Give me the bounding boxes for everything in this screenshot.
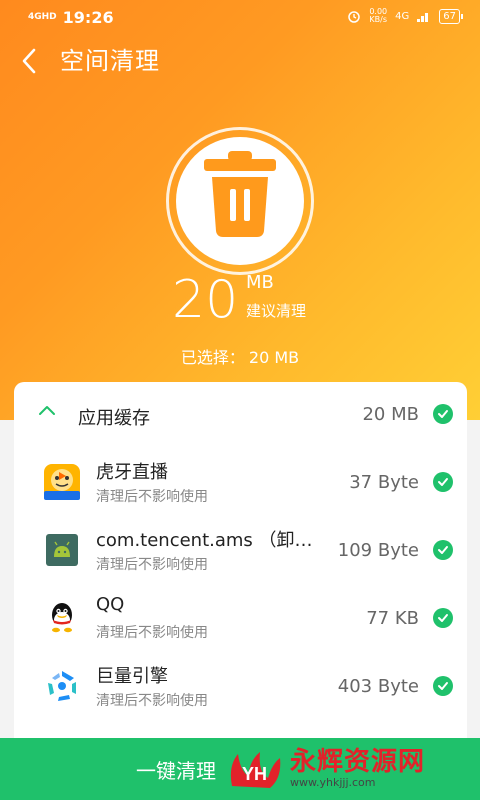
app-name: 巨量引擎 — [96, 666, 168, 687]
group-app-cache[interactable]: 应用缓存 20 MB — [14, 382, 467, 446]
app-name: com.tencent.ams （卸… — [96, 530, 313, 551]
app-size: 109 Byte — [337, 540, 419, 561]
status-bar: 4GHD 19:26 0.00 KB/s 4G 67 — [0, 0, 480, 36]
check-icon[interactable] — [433, 540, 453, 560]
trash-icon — [204, 151, 276, 237]
huya-app-icon — [44, 464, 80, 500]
check-icon[interactable] — [433, 404, 453, 424]
clock: 19:26 — [62, 8, 114, 27]
app-name: QQ — [96, 594, 125, 615]
watermark: YH 永辉资源网 www.yhkjjj.com — [224, 744, 474, 794]
app-note: 清理后不影响使用 — [96, 489, 208, 505]
app-size: 77 KB — [366, 608, 419, 629]
network-speed: 0.00 KB/s — [369, 7, 388, 24]
check-icon[interactable] — [433, 676, 453, 696]
bottom-bar: 一键清理 YH 永辉资源网 www.yhkjjj.com — [0, 738, 480, 800]
app-note: 清理后不影响使用 — [96, 557, 208, 573]
list-item[interactable]: 虎牙直播 清理后不影响使用 37 Byte — [14, 450, 467, 518]
watermark-logo-icon: YH — [230, 752, 281, 788]
check-icon[interactable] — [433, 608, 453, 628]
cache-list-card: 应用缓存 20 MB 虎牙直播 清理后不影响使用 37 Byte com.ten… — [14, 382, 467, 742]
list-item[interactable]: QQ 清理后不影响使用 77 KB — [14, 586, 467, 654]
selected-summary: 已选择： 20 MB — [0, 344, 480, 368]
qq-app-icon — [52, 603, 72, 633]
watermark-title: 永辉资源网 — [290, 747, 426, 777]
app-size: 403 Byte — [337, 676, 419, 697]
header: 空间清理 — [0, 40, 480, 86]
back-arrow-icon[interactable] — [14, 46, 44, 76]
ocean-engine-app-icon — [48, 671, 76, 701]
list-item[interactable]: com.tencent.ams （卸… 清理后不影响使用 109 Byte — [14, 518, 467, 586]
check-icon[interactable] — [433, 472, 453, 492]
list-item[interactable]: 巨量引擎 清理后不影响使用 403 Byte — [14, 654, 467, 722]
watermark-url: www.yhkjjj.com — [290, 776, 376, 789]
battery-indicator: 67 — [439, 8, 463, 24]
hero-background: 4GHD 19:26 0.00 KB/s 4G 67 空间清理 20 MB 建议… — [0, 0, 480, 420]
signal-icon — [417, 13, 429, 22]
group-label: 应用缓存 — [78, 408, 150, 429]
app-note: 清理后不影响使用 — [96, 693, 208, 709]
app-name: 虎牙直播 — [96, 462, 168, 483]
android-app-icon — [46, 534, 78, 566]
page-title: 空间清理 — [60, 47, 160, 75]
alarm-icon — [348, 11, 361, 23]
selected-label: 已选择： — [180, 348, 245, 367]
group-size: 20 MB — [362, 404, 419, 425]
app-size: 37 Byte — [349, 472, 419, 493]
network-type: 4GHD — [28, 12, 57, 22]
svg-text:YH: YH — [242, 764, 267, 784]
signal-label: 4G — [395, 10, 410, 22]
clean-amount: 20 — [172, 270, 239, 330]
clean-advice: 建议清理 — [246, 302, 307, 320]
selected-value: 20 MB — [248, 348, 300, 367]
chevron-up-icon[interactable] — [38, 402, 56, 420]
clean-unit: MB — [246, 272, 274, 293]
trash-badge — [176, 137, 304, 265]
app-note: 清理后不影响使用 — [96, 625, 208, 641]
